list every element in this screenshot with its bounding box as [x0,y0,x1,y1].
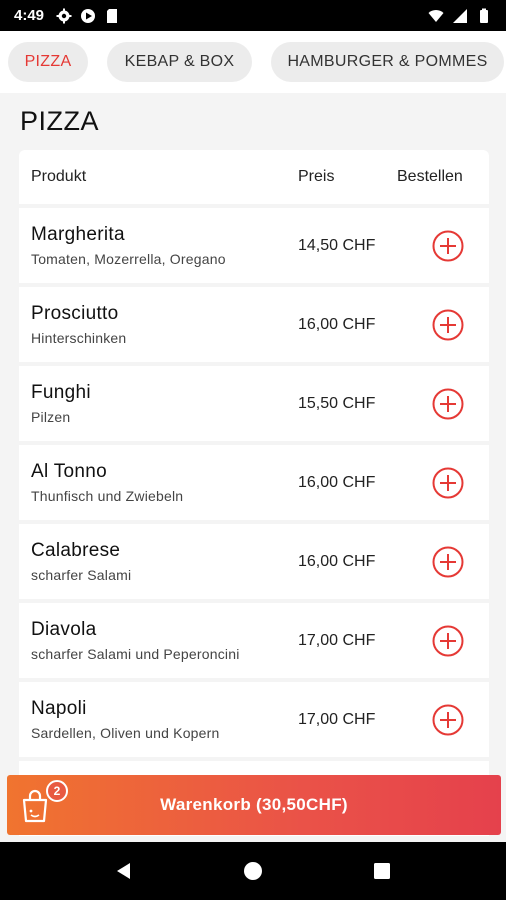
product-price: 17,00 CHF [298,631,376,649]
category-tabs: PIZZA KEBAP & BOX HAMBURGER & POMMES [0,31,506,93]
product-cell: Napoli Sardellen, Oliven und Kopern [19,698,286,741]
section-title: PIZZA [20,106,100,136]
product-cell: Margherita Tomaten, Mozerrella, Oregano [19,224,286,267]
product-name: Calabrese [31,540,121,561]
product-name: Margherita [31,224,125,245]
table-row: Diavola scharfer Salami und Peperoncini … [19,603,489,678]
add-circle-icon[interactable] [432,625,464,657]
product-price: 16,00 CHF [298,315,376,333]
table-header: Produkt Preis Bestellen [19,150,489,204]
add-circle-icon[interactable] [432,309,464,341]
header-order: Bestellen [397,168,463,185]
tab-pizza[interactable]: PIZZA [8,42,88,82]
table-row: Prosciutto Hinterschinken 16,00 CHF [19,287,489,362]
product-cell: Funghi Pilzen [19,382,286,425]
product-description: Sardellen, Oliven und Kopern [31,725,220,741]
product-cell: Prosciutto Hinterschinken [19,303,286,346]
product-name: Funghi [31,382,91,403]
table-row: Napoli Sardellen, Oliven und Kopern 17,0… [19,682,489,757]
recents-square-icon [373,863,390,879]
product-price: 15,50 CHF [298,394,376,412]
status-time: 4:49 [14,7,45,24]
gear-icon [56,8,72,23]
status-bar: 4:49 [0,0,506,31]
product-cell: Al Tonno Thunfisch und Zwiebeln [19,461,286,504]
product-price: 16,00 CHF [298,552,376,570]
wifi-icon [428,9,444,22]
header-price: Preis [298,168,335,185]
product-description: scharfer Salami [31,567,132,583]
product-name: Prosciutto [31,303,119,324]
back-triangle-icon [117,863,131,879]
product-name: Diavola [31,619,97,640]
product-price: 17,00 CHF [298,710,376,728]
status-right-icons [428,8,492,24]
add-circle-icon[interactable] [432,230,464,262]
tab-kebap-box[interactable]: KEBAP & BOX [107,42,252,82]
add-circle-icon[interactable] [432,467,464,499]
table-row: Al Tonno Thunfisch und Zwiebeln 16,00 CH… [19,445,489,520]
table-row: Funghi Pilzen 15,50 CHF [19,366,489,441]
product-description: Tomaten, Mozerrella, Oregano [31,251,226,267]
signal-icon [453,8,467,23]
product-description: Hinterschinken [31,330,127,346]
navigation-bar [0,842,506,900]
product-price: 16,00 CHF [298,473,376,491]
status-left-icons [56,8,120,24]
table-row: Margherita Tomaten, Mozerrella, Oregano … [19,208,489,283]
sd-card-icon [107,8,118,23]
battery-icon [480,8,488,23]
cart-label: Warenkorb (30,50CHF) [160,795,348,814]
back-button[interactable] [112,859,136,883]
home-button[interactable] [241,859,265,883]
product-description: scharfer Salami und Peperoncini [31,646,240,662]
product-name: Napoli [31,698,87,719]
cart-button[interactable]: Warenkorb (30,50CHF) [7,775,501,835]
cart-count-badge: 2 [46,780,68,802]
tab-hamburger-pommes[interactable]: HAMBURGER & POMMES [271,42,504,82]
product-cell: Diavola scharfer Salami und Peperoncini [19,619,286,662]
product-description: Thunfisch und Zwiebeln [31,488,184,504]
header-product: Produkt [31,168,87,185]
product-table: Produkt Preis Bestellen Margherita Tomat… [19,150,489,840]
play-icon [81,8,96,23]
product-name: Al Tonno [31,461,107,482]
table-row: Calabrese scharfer Salami 16,00 CHF [19,524,489,599]
add-circle-icon[interactable] [432,546,464,578]
add-circle-icon[interactable] [432,388,464,420]
product-cell: Calabrese scharfer Salami [19,540,286,583]
recents-button[interactable] [370,859,394,883]
home-circle-icon [243,862,262,880]
product-description: Pilzen [31,409,71,425]
product-price: 14,50 CHF [298,236,376,254]
add-circle-icon[interactable] [432,704,464,736]
